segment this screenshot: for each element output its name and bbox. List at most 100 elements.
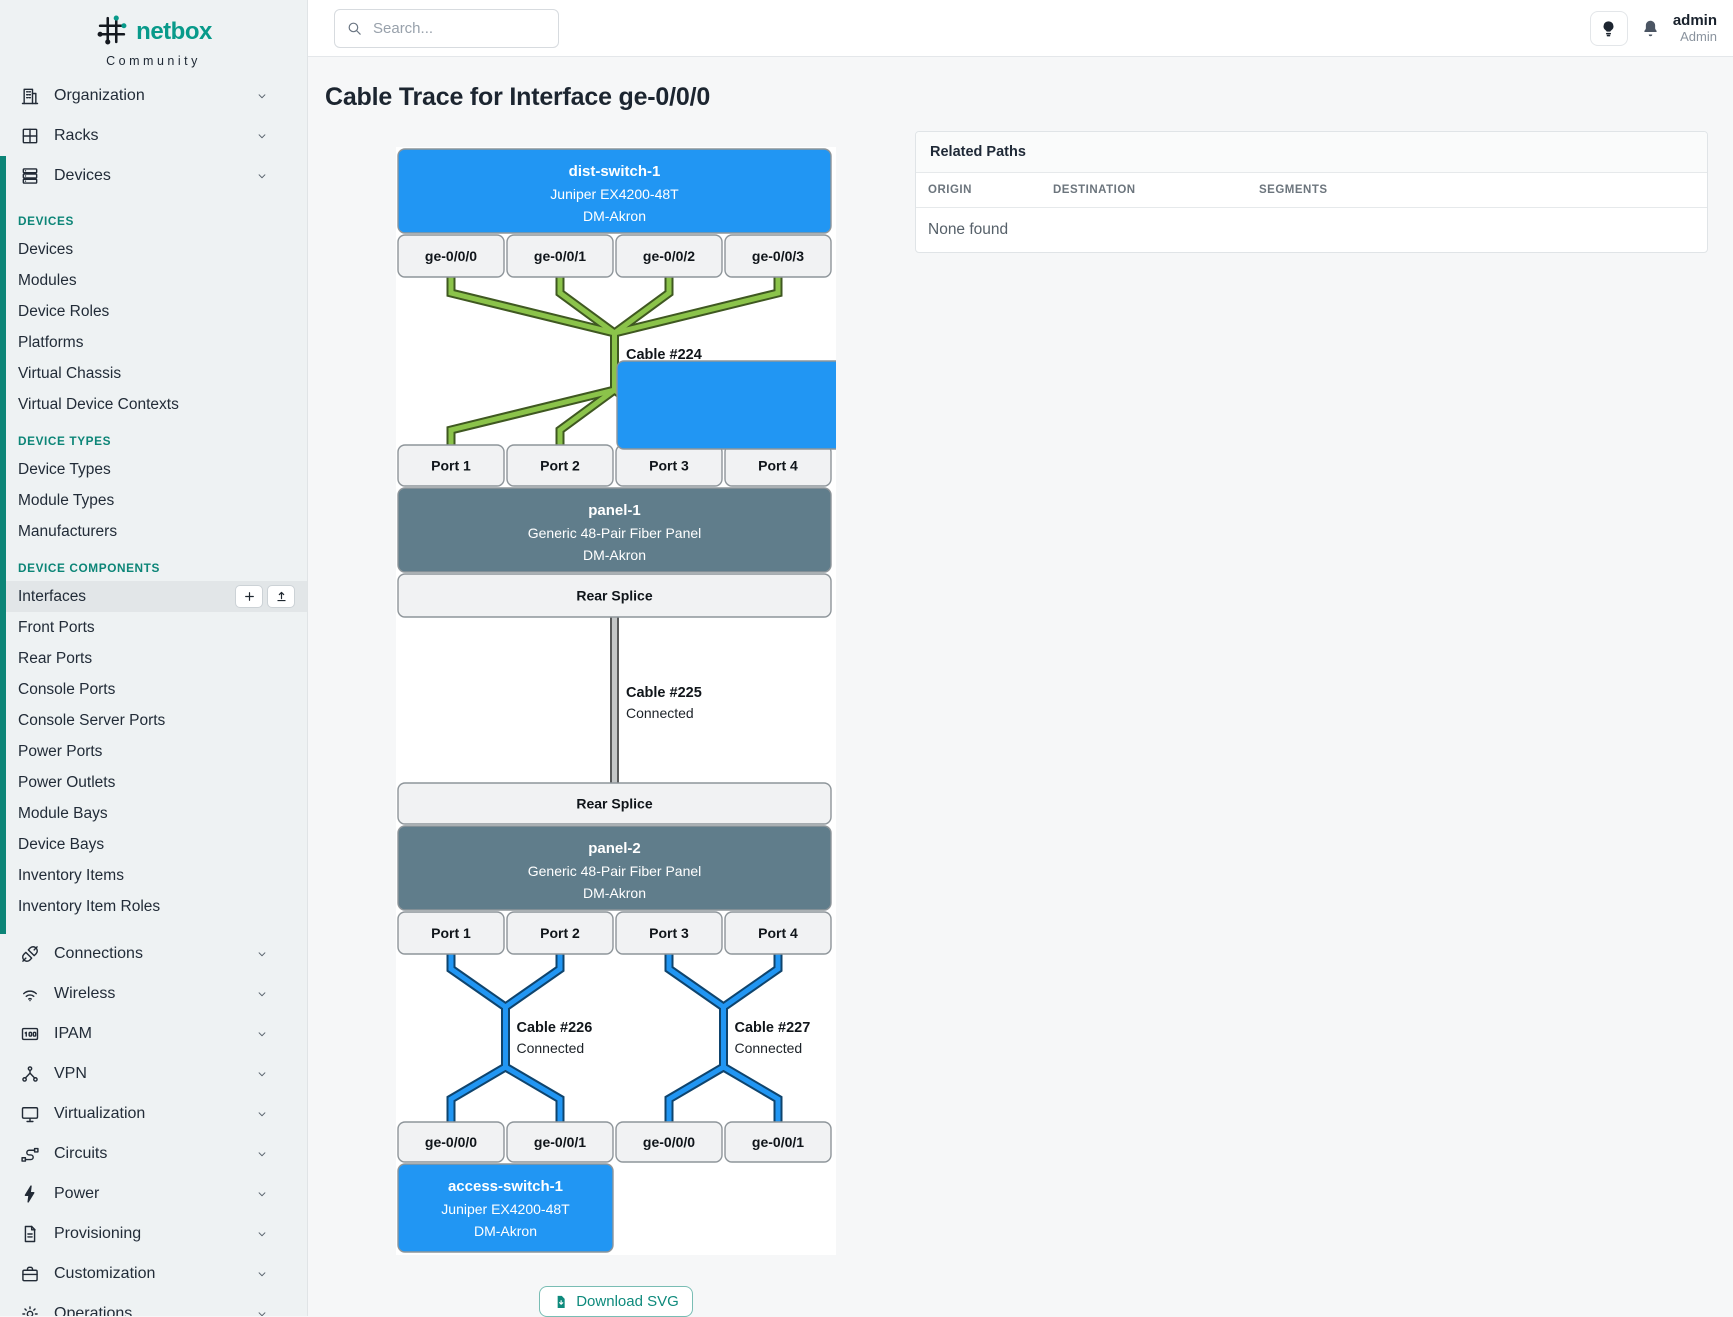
sidebar-item-devices[interactable]: Devices [6,234,307,265]
sidebar-devices-panel: DEVICESDevicesModulesDevice Roles Platfor… [6,196,307,934]
sidebar-item-label: Connections [54,945,143,963]
sidebar-item-provisioning[interactable]: Provisioning [0,1214,307,1254]
power-icon [20,1184,40,1204]
sidebar-item-operations[interactable]: Operations [0,1294,307,1316]
sidebar-item-label: Organization [54,87,145,105]
sidebar-item-ipam[interactable]: IPAM [0,1014,307,1054]
sidebar-item-power-ports[interactable]: Power Ports [6,736,307,767]
related-paths-empty-row: None found [916,208,1707,253]
sidebar-item-label: Platforms [18,334,83,351]
file-download-icon [553,1294,569,1310]
sidebar-item-label: Module Bays [18,805,108,822]
sidebar-item-module-bays[interactable]: Module Bays [6,798,307,829]
sidebar-item-interfaces[interactable]: Interfaces [6,581,307,612]
chevron-down-icon [255,1267,269,1281]
sidebar-item-device-roles[interactable]: Device Roles [6,296,307,327]
sidebar-item-customization[interactable]: Customization [0,1254,307,1294]
chevron-down-icon [255,129,269,143]
sidebar-item-circuits[interactable]: Circuits [0,1134,307,1174]
brand-name: netbox [136,18,212,46]
interfaces-import-button[interactable] [267,585,295,608]
ipam-icon [20,1024,40,1044]
svg-text:ge-0/0/1: ge-0/0/1 [534,248,586,264]
interfaces-add-button[interactable] [235,585,263,608]
sidebar-item-platforms[interactable]: Platforms [6,327,307,358]
sidebar-item-label: Front Ports [18,619,95,636]
page-title: Cable Trace for Interface ge-0/0/0 [308,57,1733,112]
trace-device-access-switch-2[interactable] [617,361,836,449]
svg-text:Port 2: Port 2 [540,925,580,941]
customization-icon [20,1264,40,1284]
sidebar-item-inventory-items[interactable]: Inventory Items [6,860,307,891]
notifications-button[interactable] [1640,18,1661,39]
sidebar-item-devices[interactable]: Devices [6,156,307,196]
sidebar-item-virtual-chassis[interactable]: Virtual Chassis [6,358,307,389]
chevron-down-icon [255,1067,269,1081]
sidebar-nav-top: Organization Racks [0,76,307,156]
related-paths-title: Related Paths [916,132,1707,173]
sidebar-item-label: Circuits [54,1145,107,1163]
svg-text:Connected: Connected [735,1040,803,1056]
sidebar-item-vpn[interactable]: VPN [0,1054,307,1094]
download-svg-button[interactable]: Download SVG [539,1286,693,1317]
sidebar-item-racks[interactable]: Racks [0,116,307,156]
sidebar-item-label: Virtual Device Contexts [18,396,179,413]
sidebar-nav-bottom: Connections WirelessIPAMVPN Virtualization… [0,934,307,1316]
sidebar-section-header: DEVICE TYPES [6,430,307,454]
sidebar-item-virtualization[interactable]: Virtualization [0,1094,307,1134]
chevron-down-icon [255,1227,269,1241]
svg-text:Juniper EX4200-48T: Juniper EX4200-48T [550,186,679,202]
chevron-down-icon [255,1187,269,1201]
sidebar-item-front-ports[interactable]: Front Ports [6,612,307,643]
svg-text:ge-0/0/1: ge-0/0/1 [534,1134,586,1150]
svg-text:ge-0/0/3: ge-0/0/3 [752,248,804,264]
svg-text:Port 4: Port 4 [758,925,798,941]
sidebar-item-connections[interactable]: Connections [0,934,307,974]
sidebar-item-device-types[interactable]: Device Types [6,454,307,485]
sidebar-section-header: DEVICES [6,210,307,234]
svg-text:panel-1: panel-1 [588,502,641,519]
sidebar-item-console-server-ports[interactable]: Console Server Ports [6,705,307,736]
related-paths-empty: None found [916,208,1707,253]
sidebar-item-wireless[interactable]: Wireless [0,974,307,1014]
main: admin Admin Cable Trace for Interface ge… [308,0,1733,1316]
sidebar-item-modules[interactable]: Modules [6,265,307,296]
topbar: admin Admin [308,0,1733,57]
sidebar-item-label: Racks [54,127,98,145]
virtualization-icon [20,1104,40,1124]
chevron-down-icon [255,169,269,183]
user-name: admin [1673,12,1717,29]
theme-toggle-button[interactable] [1590,11,1628,46]
add-icon [243,590,256,603]
netbox-logo-icon [95,13,129,52]
user-menu[interactable]: admin Admin [1673,12,1717,45]
sidebar-item-label: Virtualization [54,1105,145,1123]
sidebar-item-power[interactable]: Power [0,1174,307,1214]
chevron-down-icon [255,947,269,961]
svg-text:Connected: Connected [517,1040,585,1056]
search-input[interactable] [373,20,543,37]
svg-text:ge-0/0/0: ge-0/0/0 [425,248,477,264]
brand[interactable]: netbox Community [0,0,307,76]
vpn-icon [20,1064,40,1084]
sidebar-item-virtual-device-contexts[interactable]: Virtual Device Contexts [6,389,307,420]
sidebar-item-manufacturers[interactable]: Manufacturers [6,516,307,547]
sidebar-item-module-types[interactable]: Module Types [6,485,307,516]
sidebar-item-inventory-item-roles[interactable]: Inventory Item Roles [6,891,307,922]
svg-text:Port 1: Port 1 [431,925,471,941]
svg-text:dist-switch-1: dist-switch-1 [569,163,661,180]
sidebar-item-organization[interactable]: Organization [0,76,307,116]
svg-text:Cable #225: Cable #225 [626,685,702,701]
svg-text:panel-2: panel-2 [588,840,641,857]
sidebar-item-rear-ports[interactable]: Rear Ports [6,643,307,674]
svg-text:Rear Splice: Rear Splice [576,796,652,812]
sidebar-item-label: Customization [54,1265,155,1283]
sidebar-item-console-ports[interactable]: Console Ports [6,674,307,705]
search-icon [346,20,363,37]
sidebar-item-power-outlets[interactable]: Power Outlets [6,767,307,798]
chevron-down-icon [255,987,269,1001]
sidebar-item-device-bays[interactable]: Device Bays [6,829,307,860]
chevron-down-icon [255,1147,269,1161]
svg-text:DM-Akron: DM-Akron [583,208,646,224]
sidebar-section-header: DEVICE COMPONENTS [6,557,307,581]
